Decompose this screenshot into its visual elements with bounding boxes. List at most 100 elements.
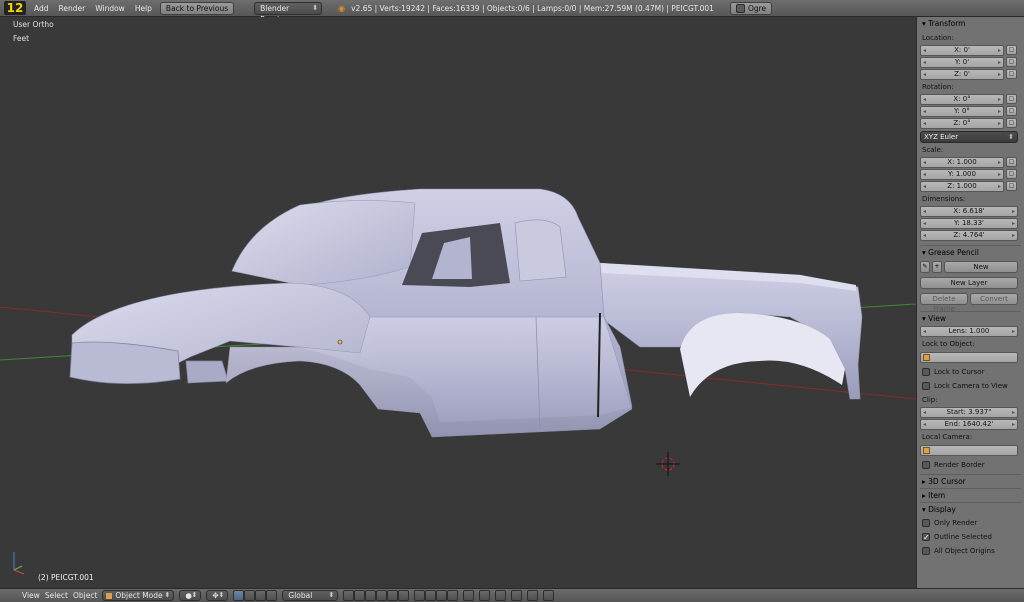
layer-button[interactable] bbox=[365, 590, 377, 601]
lock-icon[interactable]: ▢ bbox=[1006, 118, 1017, 128]
lock-camera-to-view-checkbox[interactable] bbox=[922, 382, 930, 390]
layer-button[interactable] bbox=[354, 590, 366, 601]
ogre-checkbox[interactable] bbox=[735, 3, 745, 13]
all-object-origins-checkbox[interactable] bbox=[922, 547, 930, 555]
layer-button[interactable] bbox=[398, 590, 410, 601]
scale-x-row: X: 1.000▢ bbox=[920, 156, 1021, 168]
render-border-row[interactable]: Render Border bbox=[920, 458, 1021, 472]
back-to-previous-button[interactable]: Back to Previous bbox=[159, 1, 235, 15]
scale-label: Scale: bbox=[922, 146, 944, 154]
scale-x-field[interactable]: X: 1.000 bbox=[920, 156, 1004, 168]
cube-icon bbox=[923, 447, 930, 454]
opengl-render-icon[interactable] bbox=[527, 590, 539, 601]
scale-y-field[interactable]: Y: 1.000 bbox=[920, 168, 1004, 180]
lock-icon[interactable]: ▢ bbox=[1006, 157, 1017, 167]
scale-z-field[interactable]: Z: 1.000 bbox=[920, 180, 1004, 192]
local-camera-field[interactable] bbox=[920, 445, 1018, 456]
clip-end-field[interactable]: End: 1640.42' bbox=[920, 418, 1018, 430]
lock-icon[interactable]: ▢ bbox=[1006, 94, 1017, 104]
layer-button[interactable] bbox=[414, 590, 426, 601]
menu-render[interactable]: Render bbox=[57, 4, 88, 13]
lock-to-cursor-checkbox[interactable] bbox=[922, 368, 930, 376]
panel-header-grease-pencil[interactable]: ▾ Grease Pencil bbox=[920, 245, 1021, 259]
object-origin-icon[interactable] bbox=[337, 339, 343, 345]
outline-selected-label: Outline Selected bbox=[934, 533, 992, 541]
add-icon[interactable]: + bbox=[932, 261, 942, 273]
location-y-field[interactable]: Y: 0' bbox=[920, 56, 1004, 68]
scale-icon[interactable] bbox=[266, 590, 278, 601]
snap-icon[interactable] bbox=[495, 590, 507, 601]
convert-button[interactable]: Convert bbox=[970, 293, 1018, 305]
panel-header-display[interactable]: ▾ Display bbox=[920, 502, 1021, 516]
lock-icon[interactable]: ▢ bbox=[1006, 106, 1017, 116]
3d-cursor-icon[interactable] bbox=[656, 452, 680, 476]
only-render-checkbox[interactable] bbox=[922, 519, 930, 527]
layer-button[interactable] bbox=[387, 590, 399, 601]
snap-target-icon[interactable] bbox=[511, 590, 523, 601]
panel-header-transform[interactable]: ▾ Transform bbox=[920, 17, 1021, 31]
shading-dropdown[interactable]: ● bbox=[179, 590, 202, 601]
delete-frame-button[interactable]: Delete Frame bbox=[920, 293, 968, 313]
menu-window[interactable]: Window bbox=[93, 4, 127, 13]
all-object-origins-row[interactable]: All Object Origins bbox=[920, 544, 1021, 558]
lock-icon[interactable]: ▢ bbox=[1006, 69, 1017, 79]
manipulator-toggle-icon[interactable] bbox=[233, 590, 245, 601]
ogre-toggle[interactable]: Ogre bbox=[729, 1, 773, 15]
pencil-icon[interactable]: ✎ bbox=[920, 261, 930, 273]
translate-icon[interactable] bbox=[244, 590, 256, 601]
lock-camera-to-view-row[interactable]: Lock Camera to View bbox=[920, 379, 1021, 393]
location-x-field[interactable]: X: 0' bbox=[920, 44, 1004, 56]
dimensions-y-field[interactable]: Y: 18.33' bbox=[920, 217, 1018, 229]
menu-select[interactable]: Select bbox=[45, 591, 68, 600]
panel-header-item[interactable]: ▸ Item bbox=[920, 488, 1021, 502]
layer-button[interactable] bbox=[376, 590, 388, 601]
blender-logo-icon[interactable]: 12 bbox=[4, 1, 26, 15]
lock-to-object-field[interactable] bbox=[920, 352, 1018, 363]
layer-button[interactable] bbox=[343, 590, 355, 601]
lock-camera-to-view-label: Lock Camera to View bbox=[934, 382, 1008, 390]
proportional-edit-icon[interactable] bbox=[479, 590, 491, 601]
grease-pencil-new-button[interactable]: New bbox=[944, 261, 1018, 273]
lock-to-cursor-row[interactable]: Lock to Cursor bbox=[920, 365, 1021, 379]
3d-viewport[interactable]: User Ortho Feet (2) PEICGT.001 bbox=[0, 17, 916, 588]
panel-header-view[interactable]: ▾ View bbox=[920, 311, 1021, 325]
rotation-x-field[interactable]: X: 0° bbox=[920, 93, 1004, 105]
menu-object[interactable]: Object bbox=[73, 591, 97, 600]
rear-side-window bbox=[514, 219, 567, 282]
rotation-y-field[interactable]: Y: 0° bbox=[920, 105, 1004, 117]
pivot-dropdown[interactable]: ✥ bbox=[206, 590, 229, 601]
lock-icon[interactable]: ▢ bbox=[1006, 45, 1017, 55]
dimensions-z-field[interactable]: Z: 4.764' bbox=[920, 229, 1018, 241]
orientation-dropdown[interactable]: Global bbox=[282, 590, 339, 601]
outline-selected-row[interactable]: Outline Selected bbox=[920, 530, 1021, 544]
lock-icon[interactable]: ▢ bbox=[1006, 181, 1017, 191]
lock-icon[interactable]: ▢ bbox=[1006, 57, 1017, 67]
opengl-animation-icon[interactable] bbox=[543, 590, 555, 601]
rotation-z-field[interactable]: Z: 0° bbox=[920, 117, 1004, 129]
render-border-checkbox[interactable] bbox=[922, 461, 930, 469]
only-render-row[interactable]: Only Render bbox=[920, 516, 1021, 530]
mode-dropdown[interactable]: Object Mode bbox=[102, 590, 175, 601]
rotate-icon[interactable] bbox=[255, 590, 267, 601]
rotation-mode-dropdown[interactable]: XYZ Euler bbox=[920, 131, 1018, 143]
panel-header-3d-cursor[interactable]: ▸ 3D Cursor bbox=[920, 474, 1021, 488]
layer-button[interactable] bbox=[425, 590, 437, 601]
location-z-field[interactable]: Z: 0' bbox=[920, 68, 1004, 80]
outline-selected-checkbox[interactable] bbox=[922, 533, 930, 541]
layer-button[interactable] bbox=[447, 590, 459, 601]
lock-icon[interactable]: ▢ bbox=[1006, 169, 1017, 179]
menu-view[interactable]: View bbox=[22, 591, 40, 600]
clip-start-field[interactable]: Start: 3.937" bbox=[920, 406, 1018, 418]
layer-button[interactable] bbox=[436, 590, 448, 601]
lens-field[interactable]: Lens: 1.000 bbox=[920, 325, 1018, 337]
layers-group-2 bbox=[414, 590, 459, 601]
dimensions-x-field[interactable]: X: 6.618' bbox=[920, 205, 1018, 217]
menu-add[interactable]: Add bbox=[32, 4, 51, 13]
location-z-row: Z: 0'▢ bbox=[920, 68, 1021, 80]
render-engine-dropdown[interactable]: Blender Render bbox=[254, 1, 323, 24]
lock-layers-icon[interactable] bbox=[463, 590, 475, 601]
top-menu-bar: 12 Add Render Window Help Back to Previo… bbox=[0, 0, 1024, 24]
menu-help[interactable]: Help bbox=[133, 4, 154, 13]
new-layer-button[interactable]: New Layer bbox=[920, 277, 1018, 289]
viewport-scene[interactable] bbox=[0, 17, 916, 588]
